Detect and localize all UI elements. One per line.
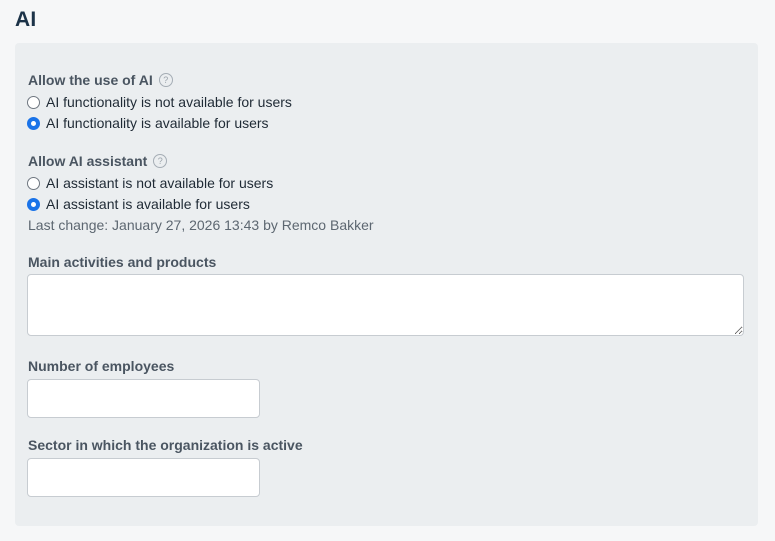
radio-unchecked[interactable]: [27, 95, 40, 109]
assistant-not-available-label: AI assistant is not available for users: [46, 175, 274, 191]
assistant-available-option[interactable]: AI assistant is available for users: [27, 196, 250, 212]
sector-input[interactable]: [27, 458, 260, 497]
radio-checked[interactable]: [27, 197, 40, 211]
question-circle-icon[interactable]: ?: [158, 73, 173, 87]
allow-ai-label-text: Allow the use of AI: [28, 72, 153, 88]
employees-label: Number of employees: [28, 358, 175, 374]
allow-assistant-label: Allow AI assistant ?: [28, 153, 168, 169]
radio-unchecked[interactable]: [27, 176, 40, 190]
section-title: AI: [15, 8, 37, 31]
assistant-not-available-option[interactable]: AI assistant is not available for users: [27, 175, 273, 191]
question-circle-icon[interactable]: ?: [153, 154, 168, 168]
sector-label: Sector in which the organization is acti…: [28, 437, 303, 453]
ai-settings-panel: Allow the use of AI ? AI functionality i…: [15, 43, 758, 526]
activities-textarea[interactable]: [27, 274, 744, 336]
assistant-available-label: AI assistant is available for users: [46, 196, 250, 212]
allow-ai-label: Allow the use of AI ?: [28, 72, 173, 88]
last-change-text: Last change: January 27, 2026 13:43 by R…: [28, 217, 374, 233]
employees-input[interactable]: [27, 379, 260, 418]
activities-label: Main activities and products: [28, 254, 217, 270]
ai-available-option[interactable]: AI functionality is available for users: [27, 115, 269, 131]
ai-not-available-option[interactable]: AI functionality is not available for us…: [27, 94, 292, 110]
ai-not-available-label: AI functionality is not available for us…: [46, 94, 292, 110]
allow-assistant-label-text: Allow AI assistant: [28, 153, 148, 169]
radio-checked[interactable]: [27, 116, 40, 130]
ai-available-label: AI functionality is available for users: [46, 115, 269, 131]
